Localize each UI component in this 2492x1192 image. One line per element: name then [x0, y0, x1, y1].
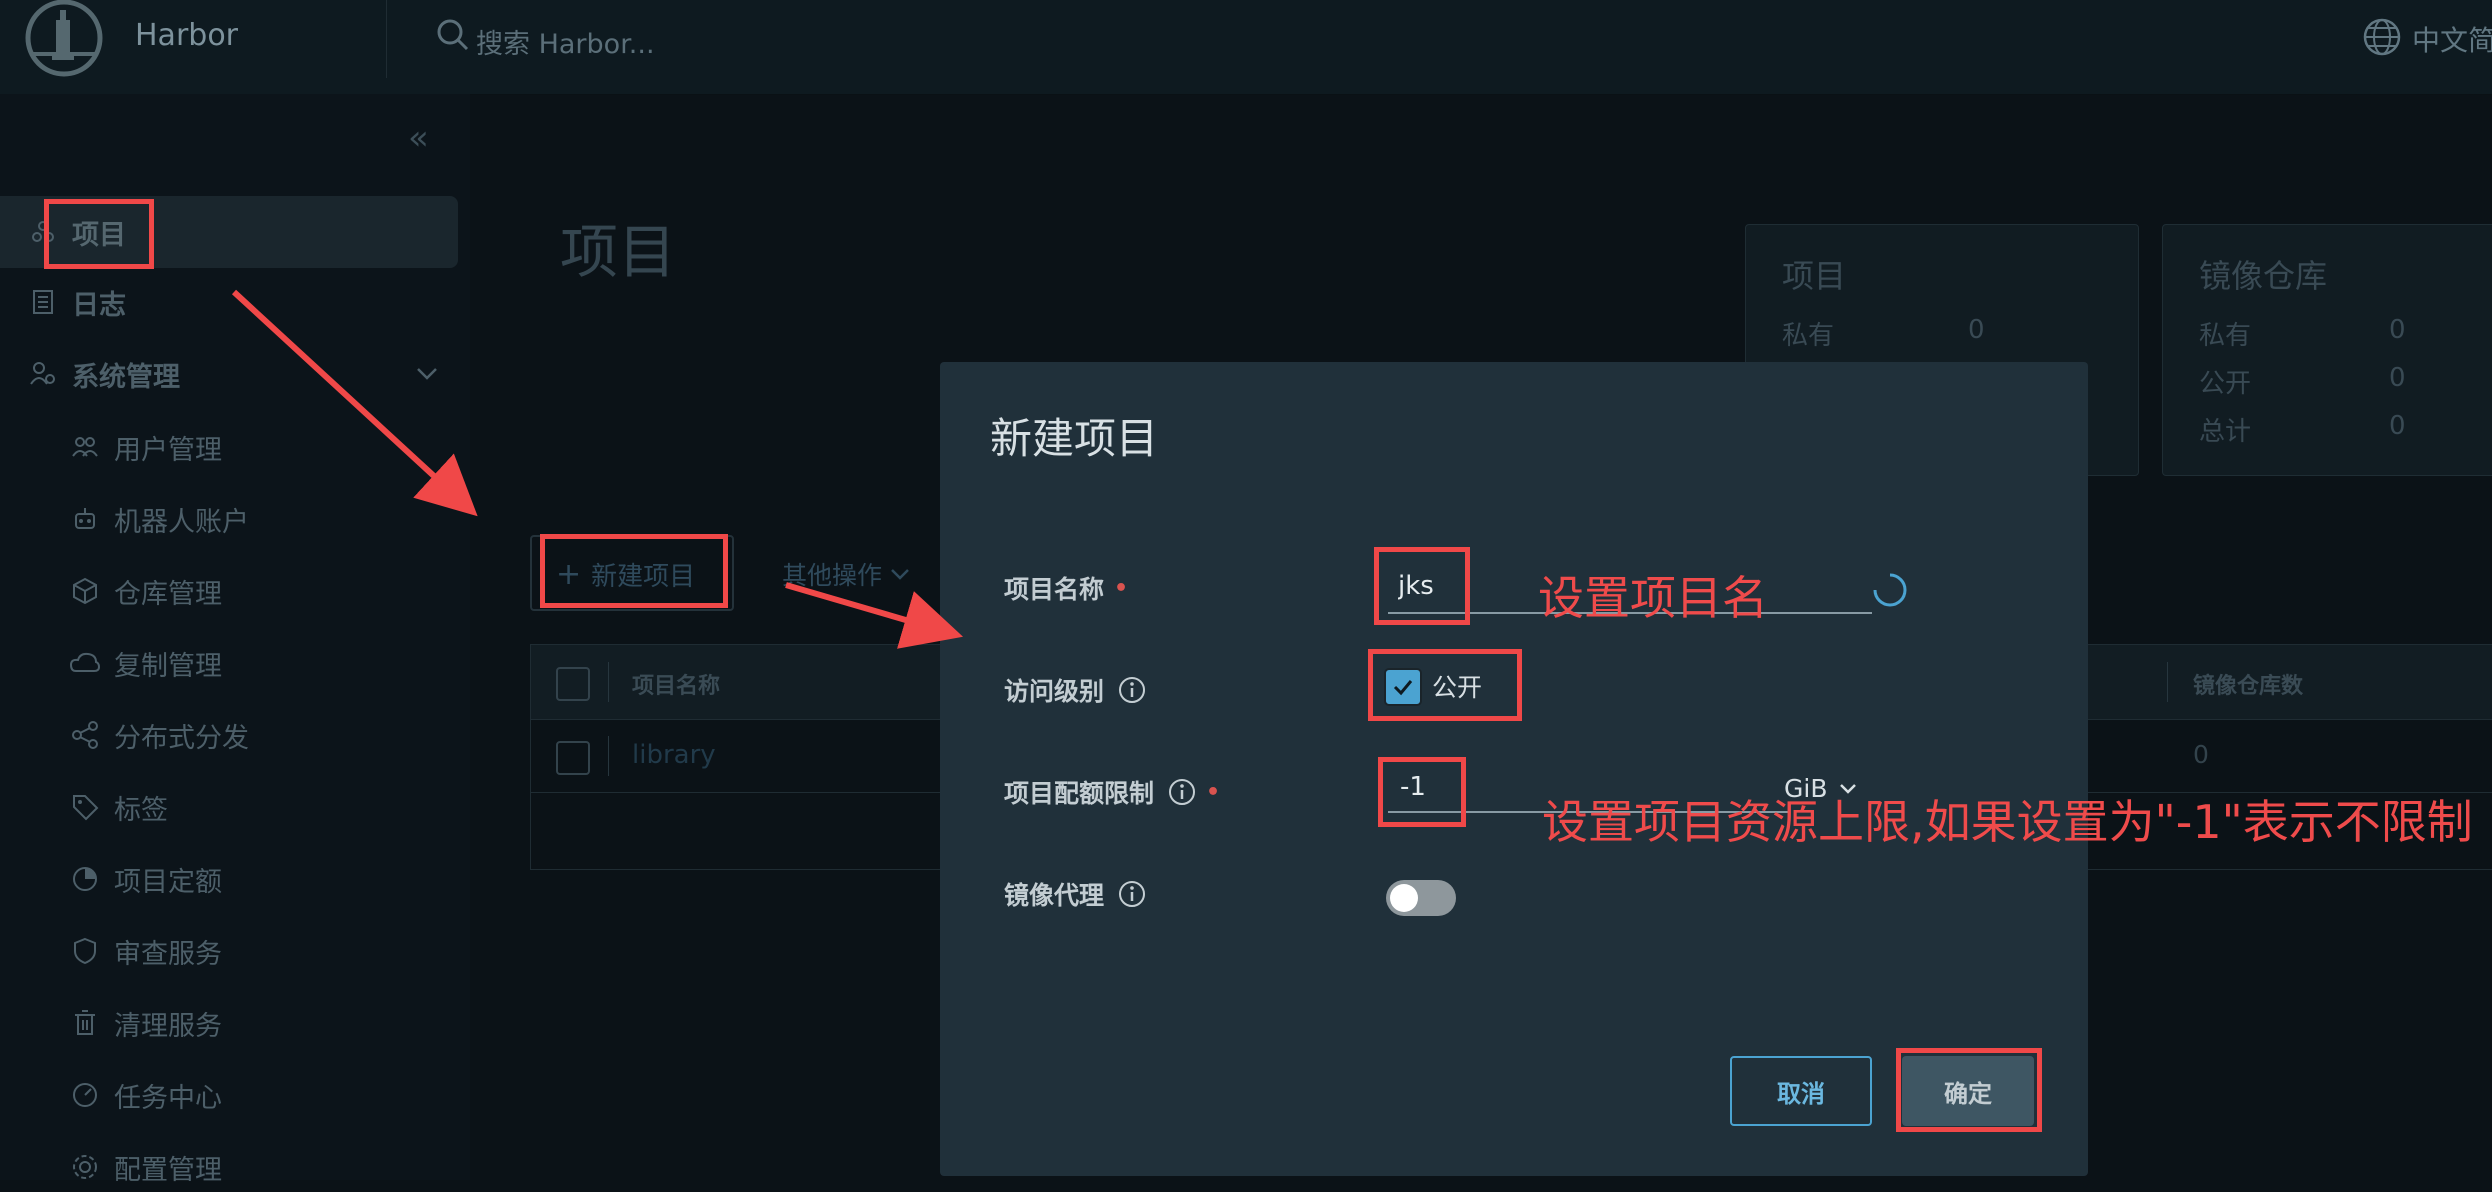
arrow-to-dialog	[785, 582, 964, 649]
annotation-set-quota: 设置项目资源上限,如果设置为"-1"表示不限制	[1542, 795, 2473, 849]
arrow-to-new-project	[231, 289, 478, 517]
annotation-set-name: 设置项目名	[1538, 571, 1768, 625]
annotation-arrows	[231, 289, 964, 649]
